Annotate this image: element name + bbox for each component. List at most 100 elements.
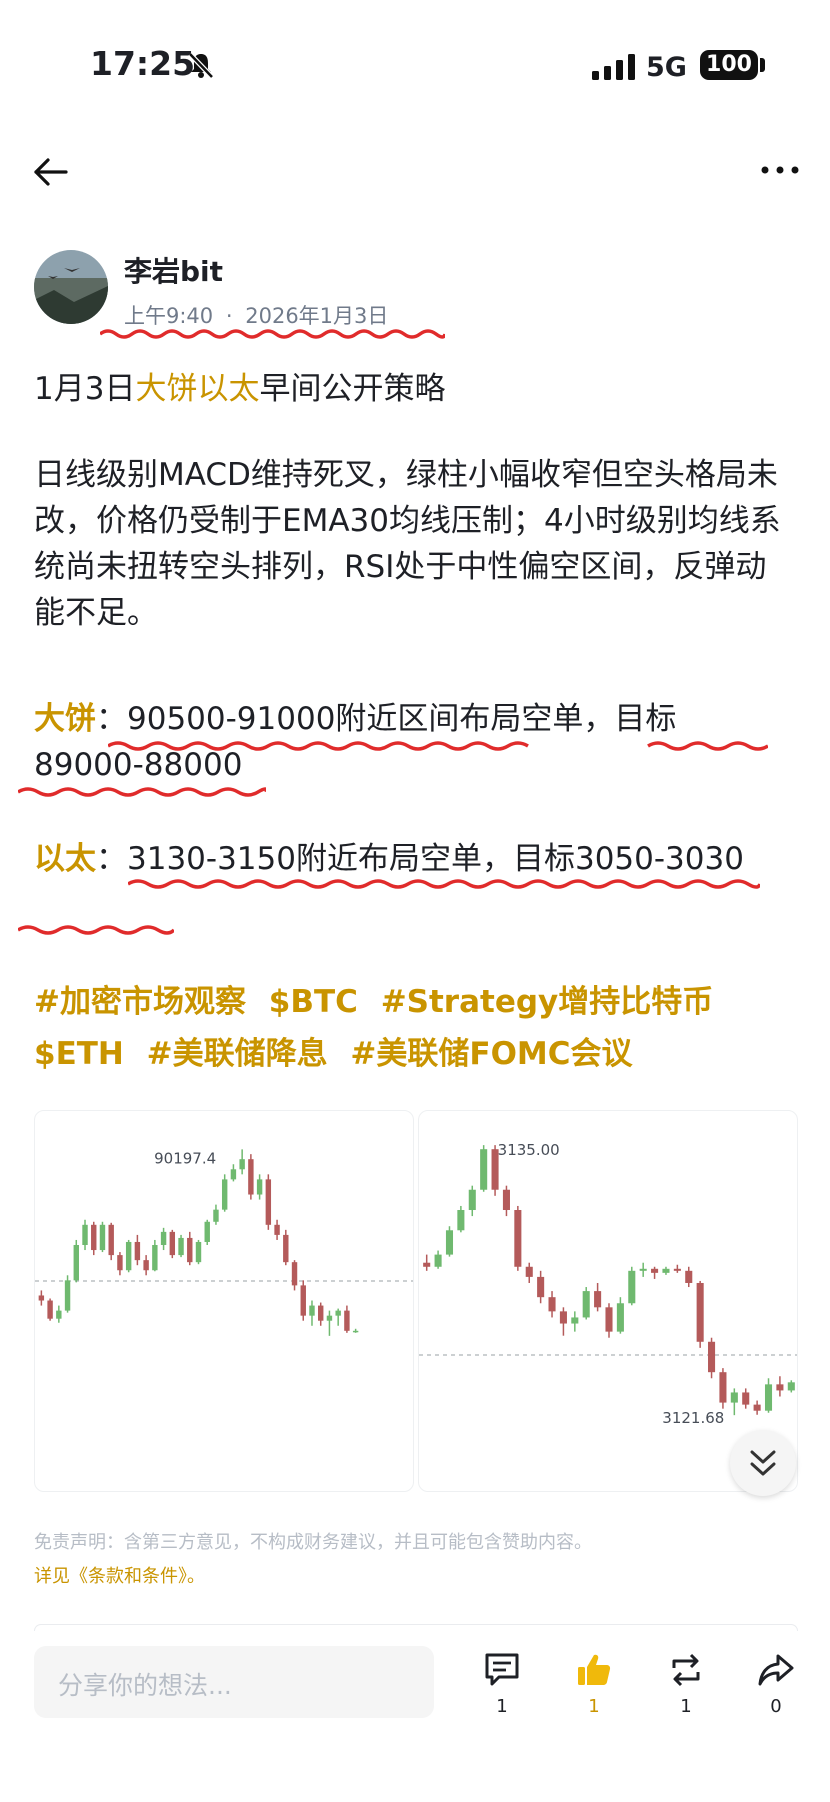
candle-body [753,1404,761,1411]
hashtag[interactable]: $BTC [269,984,358,1020]
candle-body [318,1305,324,1321]
candle-body [502,1189,510,1211]
comment-count: 1 [496,1696,508,1717]
candle [256,1174,263,1200]
comment-input[interactable]: 分享你的想法... [34,1646,434,1718]
terms-link[interactable]: 详见《条款和条件》。 [34,1562,205,1588]
candle-body [434,1254,442,1267]
candle [248,1154,254,1200]
eth-colon: ： [96,841,127,877]
candle [730,1388,738,1416]
btc-colon: ： [96,701,127,737]
candle [571,1311,579,1332]
candle [605,1303,613,1338]
back-arrow-icon[interactable] [32,152,72,192]
candle [502,1185,510,1217]
candle-body [326,1315,333,1321]
hashtag[interactable]: #美联储降息 [147,1036,328,1072]
candle [708,1337,716,1379]
candle-body [248,1159,254,1195]
candle [685,1266,693,1288]
battery-icon: 100 [700,50,758,80]
collapse-button[interactable] [730,1430,796,1496]
candle-body [291,1262,298,1286]
candle-body [91,1224,97,1251]
candle [514,1205,522,1271]
eth-label[interactable]: 以太 [34,841,96,877]
candle [776,1376,784,1397]
share-button[interactable]: 0 [746,1650,806,1717]
candle [423,1254,431,1271]
btc-label[interactable]: 大饼 [34,701,96,737]
candle [468,1185,476,1217]
candle [38,1290,45,1306]
candle [99,1221,106,1253]
candle [616,1297,624,1334]
hashtag-list: #加密市场观察 $BTC #Strategy增持比特币 $ETH #美联储降息 … [34,976,794,1080]
candle-body [56,1310,62,1319]
candle [445,1226,454,1257]
candle-body [685,1270,693,1283]
hashtag[interactable]: $ETH [34,1036,124,1072]
candle [651,1266,659,1279]
candle-body [514,1210,522,1267]
candle-body [99,1224,106,1251]
eth-text: 3130-3150附近布局空单，目标3050-3030 [127,841,744,877]
candle [352,1328,359,1333]
hashtag[interactable]: #美联储FOMC会议 [350,1036,632,1072]
candle-body [125,1241,132,1271]
like-count: 1 [588,1696,600,1717]
post-time: 上午9:40 [124,304,214,328]
post-date: 2026年1月3日 [245,304,389,328]
candle [56,1305,62,1323]
candle [64,1275,71,1313]
candle-body [117,1255,123,1271]
candle [309,1300,315,1326]
candle [480,1145,488,1192]
candle-body [639,1268,647,1271]
candle-body [309,1305,315,1316]
candle-body [445,1230,454,1255]
candle-body [548,1297,556,1312]
candle-body [742,1392,750,1405]
candle [195,1239,202,1265]
candle [628,1266,636,1306]
avatar[interactable] [34,250,108,324]
btc-underline-1 [108,741,768,751]
candle [662,1266,670,1275]
candle-body [73,1245,79,1281]
candle-body [787,1382,795,1391]
candle-body [256,1179,263,1195]
candle-body [764,1384,773,1411]
author-name[interactable]: 李岩bit [124,250,223,290]
candle [143,1255,149,1276]
candle-body [300,1285,306,1316]
candle [134,1234,141,1266]
candle [230,1164,237,1182]
high-price-label: 3135.00 [498,1141,560,1159]
candle [169,1229,176,1259]
btc-chart-card[interactable]: 90197.4 [34,1110,414,1492]
thumbs-up-icon [578,1654,611,1685]
candle-body [160,1231,167,1245]
btc-underline-2 [18,787,266,797]
hashtag[interactable]: #加密市场观察 [34,984,246,1020]
disclaimer-text: 免责声明：含第三方意见，不构成财务建议，并且可能包含赞助内容。 [34,1532,592,1553]
candle-body [274,1224,280,1235]
like-button[interactable]: 1 [564,1650,624,1717]
meta-separator: · [225,304,233,328]
eth-underline-1 [128,879,760,889]
comment-placeholder: 分享你的想法... [58,1671,232,1700]
candle-body [82,1224,88,1245]
more-options-icon[interactable] [760,160,800,180]
analysis-paragraph: 日线级别MACD维持死叉，绿柱小幅收窄但空头格局未改，价格仍受制于EMA30均线… [34,457,781,631]
repost-button[interactable]: 1 [656,1650,716,1717]
comment-button[interactable]: 1 [472,1650,532,1717]
candle [457,1205,465,1233]
candle [719,1368,727,1409]
hashtag[interactable]: #Strategy增持比特币 [381,984,714,1020]
candle-body [152,1245,158,1271]
candle [47,1298,53,1321]
candle-body [468,1189,476,1211]
candle [764,1378,773,1413]
